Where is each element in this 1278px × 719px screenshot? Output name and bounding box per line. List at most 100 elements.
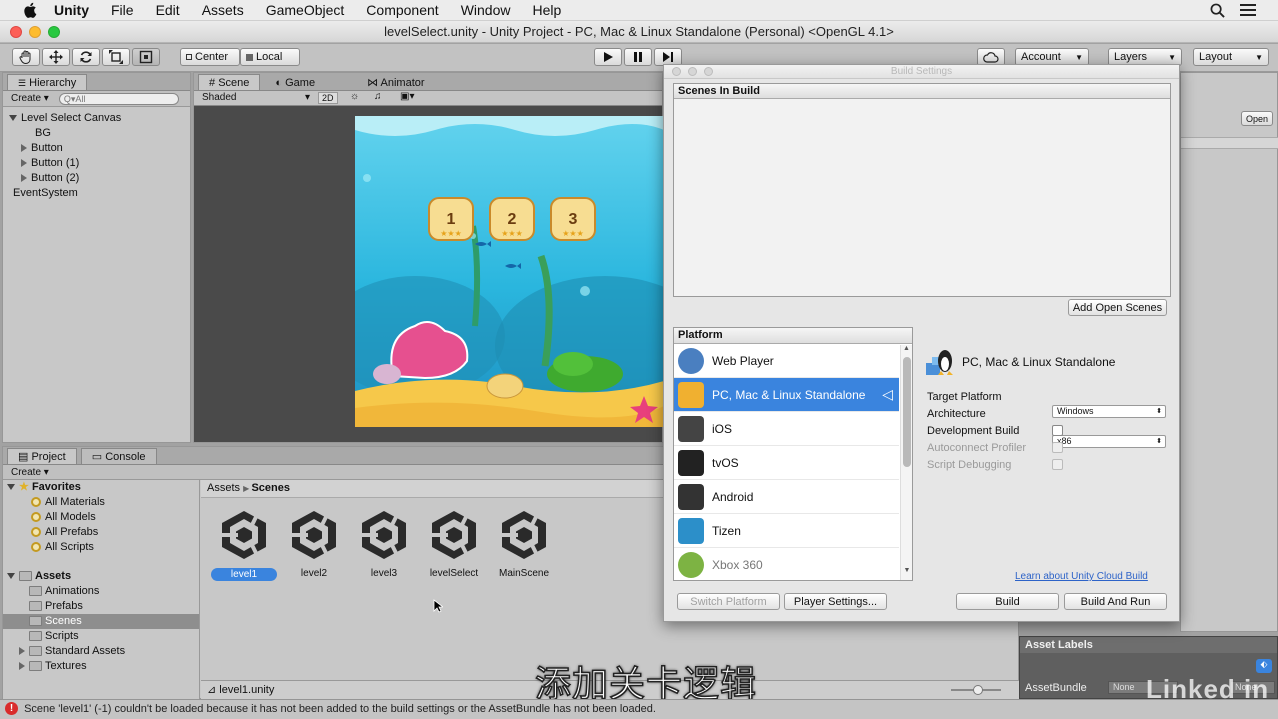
- icon-size-slider-thumb[interactable]: [973, 685, 983, 695]
- scenes-in-build-list[interactable]: Scenes In Build: [673, 83, 1171, 297]
- switch-platform-button[interactable]: Switch Platform: [677, 593, 780, 610]
- level-button-2[interactable]: 2 ★★★: [489, 197, 535, 241]
- game-view-canvas[interactable]: 1 ★★★ 2 ★★★ 3 ★★★: [355, 116, 664, 427]
- label-tag-icon[interactable]: ⬖: [1256, 659, 1272, 673]
- assets-header[interactable]: Assets: [3, 569, 199, 584]
- rotate-tool-button[interactable]: [72, 48, 100, 66]
- favorite-item[interactable]: All Prefabs: [3, 525, 199, 540]
- platform-item[interactable]: PC, Mac & Linux Standalone ◁: [674, 378, 899, 412]
- cloud-build-link[interactable]: Learn about Unity Cloud Build: [1015, 571, 1148, 582]
- menu-assets[interactable]: Assets: [202, 2, 244, 18]
- build-and-run-button[interactable]: Build And Run: [1064, 593, 1167, 610]
- scene-asset[interactable]: level2: [279, 507, 349, 587]
- expand-arrow-icon[interactable]: [21, 174, 27, 183]
- scene-effects-icon[interactable]: ▣▾: [400, 91, 414, 102]
- expand-arrow-icon[interactable]: [19, 647, 25, 656]
- platform-scrollbar[interactable]: ▲ ▼: [900, 345, 912, 580]
- scene-lighting-icon[interactable]: ☼: [350, 91, 359, 102]
- window-zoom-button[interactable]: [48, 26, 60, 38]
- scroll-down-arrow-icon[interactable]: ▼: [901, 567, 913, 574]
- scene-asset[interactable]: levelSelect: [419, 507, 489, 587]
- menu-gameobject[interactable]: GameObject: [266, 2, 345, 18]
- menu-window[interactable]: Window: [461, 2, 511, 18]
- 2d-mode-toggle[interactable]: 2D: [318, 92, 338, 104]
- favorite-item[interactable]: All Models: [3, 510, 199, 525]
- folder-item[interactable]: Scenes: [3, 614, 199, 629]
- tab-scene[interactable]: # Scene: [198, 74, 261, 90]
- menu-edit[interactable]: Edit: [156, 2, 180, 18]
- folder-item[interactable]: Scripts: [3, 629, 199, 644]
- tab-hierarchy[interactable]: ☰ Hierarchy: [7, 74, 88, 90]
- pivot-local-toggle[interactable]: Local: [240, 48, 300, 66]
- hierarchy-item[interactable]: BG: [3, 126, 190, 141]
- development-build-checkbox[interactable]: [1052, 425, 1063, 436]
- collapse-arrow-icon[interactable]: [9, 115, 17, 122]
- level-button-3[interactable]: 3 ★★★: [550, 197, 596, 241]
- move-tool-button[interactable]: [42, 48, 70, 66]
- script-debugging-checkbox[interactable]: [1052, 459, 1063, 470]
- favorites-header[interactable]: ★ Favorites: [3, 480, 199, 495]
- target-platform-dropdown[interactable]: Windows ⬍: [1052, 405, 1166, 418]
- favorite-item[interactable]: All Scripts: [3, 540, 199, 555]
- breadcrumb-scenes[interactable]: Scenes: [251, 482, 290, 494]
- level-button-1[interactable]: 1 ★★★: [428, 197, 474, 241]
- menu-component[interactable]: Component: [366, 2, 438, 18]
- play-button[interactable]: [594, 48, 622, 66]
- tab-project[interactable]: ▤ Project: [7, 448, 77, 464]
- breadcrumb-assets[interactable]: Assets: [207, 482, 240, 494]
- menu-file[interactable]: File: [111, 2, 134, 18]
- apple-menu-icon[interactable]: [22, 1, 40, 19]
- hierarchy-create-dropdown[interactable]: Create ▾: [11, 93, 49, 104]
- architecture-dropdown[interactable]: x86 ⬍: [1052, 435, 1166, 448]
- folder-item[interactable]: Animations: [3, 584, 199, 599]
- scale-tool-button[interactable]: [102, 48, 130, 66]
- platform-item[interactable]: Tizen: [674, 514, 899, 548]
- folder-item[interactable]: Standard Assets: [3, 644, 199, 659]
- window-minimize-button[interactable]: [29, 26, 41, 38]
- inspector-open-button[interactable]: Open: [1241, 111, 1273, 126]
- scene-asset[interactable]: MainScene: [489, 507, 559, 587]
- expand-arrow-icon[interactable]: [21, 159, 27, 168]
- project-create-dropdown[interactable]: Create ▾: [11, 467, 49, 478]
- hierarchy-item[interactable]: Button (2): [3, 171, 190, 186]
- scene-asset[interactable]: level1: [209, 507, 279, 587]
- scene-asset[interactable]: level3: [349, 507, 419, 587]
- layout-dropdown[interactable]: Layout ▼: [1193, 48, 1269, 66]
- status-bar[interactable]: ! Scene 'level1' (-1) couldn't be loaded…: [0, 699, 1278, 719]
- autoconnect-profiler-checkbox[interactable]: [1052, 442, 1063, 453]
- hierarchy-item[interactable]: Button: [3, 141, 190, 156]
- expand-arrow-icon[interactable]: [19, 662, 25, 671]
- player-settings-button[interactable]: Player Settings...: [784, 593, 887, 610]
- folder-item[interactable]: Prefabs: [3, 599, 199, 614]
- tab-console[interactable]: ▭ Console: [80, 448, 157, 464]
- add-open-scenes-button[interactable]: Add Open Scenes: [1068, 299, 1167, 316]
- hierarchy-item[interactable]: Button (1): [3, 156, 190, 171]
- hierarchy-search-input[interactable]: Q▾All: [58, 92, 179, 105]
- platform-item[interactable]: tvOS: [674, 446, 899, 480]
- scroll-up-arrow-icon[interactable]: ▲: [901, 345, 912, 352]
- build-button[interactable]: Build: [956, 593, 1059, 610]
- shading-mode-dropdown[interactable]: Shaded ▾: [202, 92, 310, 103]
- dialog-close-button[interactable]: [672, 67, 681, 76]
- hand-tool-button[interactable]: [12, 48, 40, 66]
- dialog-zoom-button[interactable]: [704, 67, 713, 76]
- platform-item[interactable]: iOS: [674, 412, 899, 446]
- pivot-center-toggle[interactable]: Center: [180, 48, 240, 66]
- scene-audio-icon[interactable]: ♫: [374, 91, 382, 102]
- platform-item[interactable]: Xbox 360: [674, 548, 899, 582]
- menu-help[interactable]: Help: [532, 2, 561, 18]
- tab-game[interactable]: ◐ Game: [264, 74, 327, 90]
- hierarchy-item[interactable]: Level Select Canvas: [3, 111, 190, 126]
- spotlight-search-icon[interactable]: [1210, 3, 1225, 18]
- platform-scrollbar-thumb[interactable]: [903, 357, 911, 467]
- dialog-minimize-button[interactable]: [688, 67, 697, 76]
- folder-item[interactable]: Textures: [3, 659, 199, 674]
- tab-animator[interactable]: ⋈ Animator: [356, 74, 436, 90]
- platform-item[interactable]: Android: [674, 480, 899, 514]
- window-close-button[interactable]: [10, 26, 22, 38]
- expand-arrow-icon[interactable]: [21, 144, 27, 153]
- favorite-item[interactable]: All Materials: [3, 495, 199, 510]
- platform-item[interactable]: Web Player: [674, 344, 899, 378]
- pause-button[interactable]: [624, 48, 652, 66]
- notification-center-icon[interactable]: [1240, 4, 1256, 17]
